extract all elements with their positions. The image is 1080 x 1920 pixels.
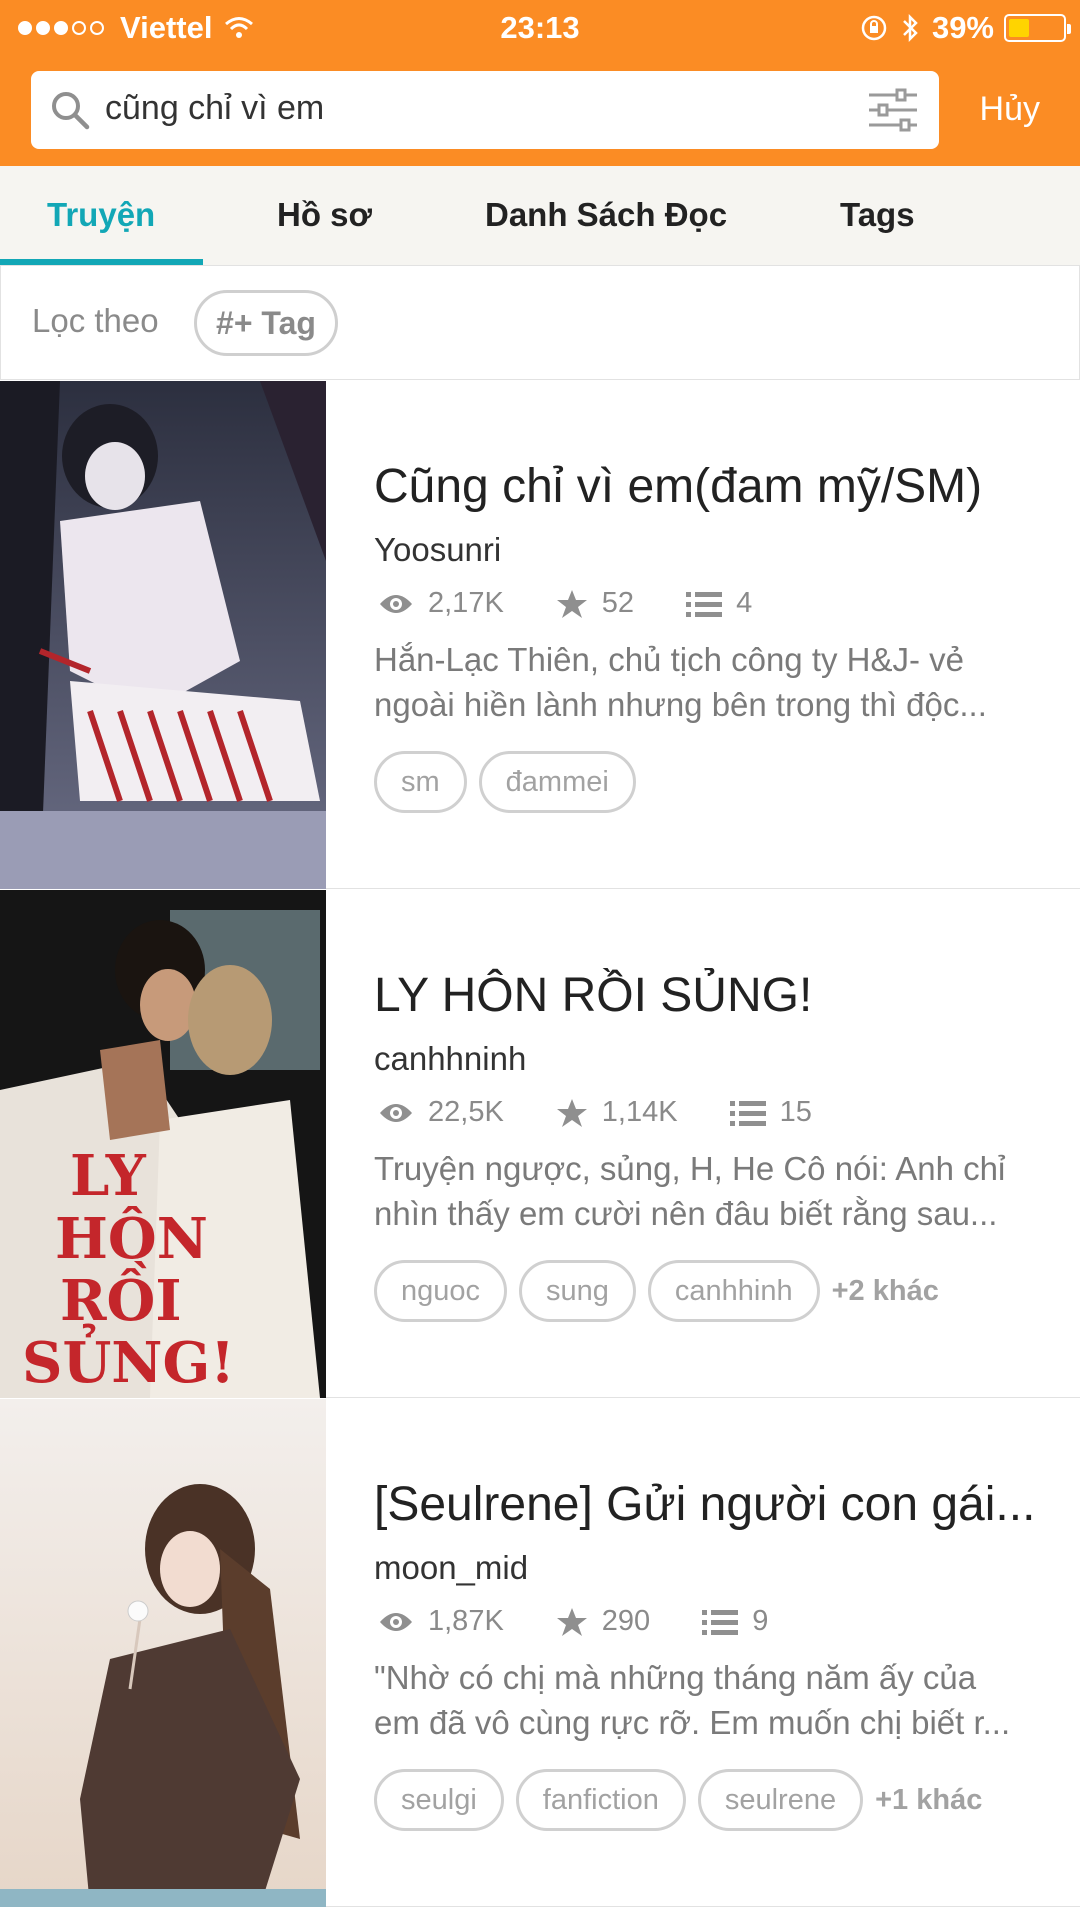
description-line: nhìn thấy em cười nên đâu biết rằng sau.… (374, 1195, 998, 1232)
tab-bar: Truyện Hồ sơ Danh Sách Đọc Tags (0, 166, 1080, 266)
story-description: "Nhờ có chị mà những tháng năm ấy của em… (374, 1655, 1034, 1745)
star-icon (556, 1098, 587, 1127)
battery-icon (1004, 14, 1071, 42)
tab-reading-lists[interactable]: Danh Sách Đọc (485, 196, 727, 234)
tag-chip[interactable]: sm (374, 751, 467, 813)
rotation-lock-icon (861, 15, 887, 41)
filter-label: Lọc theo (32, 302, 159, 339)
star-icon (556, 1607, 587, 1636)
story-cover-image (0, 381, 326, 889)
story-author[interactable]: canhhninh (374, 1040, 526, 1078)
tag-chip[interactable]: đammei (478, 751, 636, 813)
description-line: em đã vô cùng rực rỡ. Em muốn chị biết r… (374, 1704, 1011, 1741)
story-description: Hắn-Lạc Thiên, chủ tịch công ty H&J- vẻ … (374, 637, 1034, 727)
filter-sliders-icon[interactable] (867, 87, 919, 133)
story-item[interactable]: [Seulrene] Gửi người con gái... moon_mid… (0, 1399, 1080, 1907)
votes-count: 52 (601, 587, 635, 619)
tag-chip[interactable]: fanfiction (515, 1769, 686, 1831)
description-line: ngoài hiền lành nhưng bên trong thì độc.… (374, 686, 987, 723)
description-line: Truyện ngược, sủng, H, He Cô nói: Anh ch… (374, 1150, 1006, 1187)
story-stats: 22,5K 1,14K 15 (378, 1096, 864, 1129)
cover-title-line: LY (70, 1143, 147, 1209)
parts-count: 15 (779, 1096, 812, 1128)
status-right: 39% (860, 10, 1071, 46)
status-bar: Viettel 23:13 39% (0, 0, 1080, 56)
more-tags-link[interactable]: +1 khác (875, 1784, 982, 1817)
tag-chip[interactable]: canhhinh (647, 1260, 820, 1322)
description-line: "Nhờ có chị mà những tháng năm ấy của (374, 1659, 977, 1696)
story-description: Truyện ngược, sủng, H, He Cô nói: Anh ch… (374, 1146, 1034, 1236)
tab-stories[interactable]: Truyện (47, 196, 155, 234)
story-tags: seulgi fanfiction seulrene +1 khác (374, 1769, 982, 1831)
cover-title-line: RỒI (60, 1261, 182, 1334)
tab-tags[interactable]: Tags (840, 196, 915, 234)
filter-bar: Lọc theo #+ Tag (0, 266, 1080, 380)
list-icon (729, 1100, 766, 1126)
list-icon (702, 1609, 739, 1635)
story-item[interactable]: LY HÔN RỒI SỦNG! LY HÔN RỒI SỦNG! canhhn… (0, 890, 1080, 1398)
active-tab-indicator (0, 259, 203, 265)
story-stats: 2,17K 52 4 (378, 587, 804, 620)
story-tags: nguoc sung canhhinh +2 khác (374, 1260, 939, 1322)
tab-profiles[interactable]: Hồ sơ (277, 196, 372, 234)
battery-percent: 39% (931, 10, 994, 45)
search-input[interactable]: cũng chỉ vì em (105, 89, 324, 128)
search-icon (52, 92, 90, 130)
eye-icon (380, 1612, 412, 1631)
search-field[interactable]: cũng chỉ vì em (31, 71, 939, 149)
more-tags-link[interactable]: +2 khác (832, 1275, 939, 1308)
add-tag-filter-button[interactable]: #+ Tag (194, 290, 338, 356)
votes-count: 1,14K (601, 1096, 678, 1128)
eye-icon (380, 1103, 412, 1122)
story-cover-image: LY HÔN RỒI SỦNG! (0, 890, 326, 1398)
description-line: Hắn-Lạc Thiên, chủ tịch công ty H&J- vẻ (374, 641, 965, 678)
reads-count: 22,5K (428, 1096, 504, 1128)
story-stats: 1,87K 290 9 (378, 1605, 820, 1638)
story-tags: sm đammei (374, 751, 648, 813)
cover-title-line: SỦNG! (22, 1323, 235, 1396)
story-title[interactable]: [Seulrene] Gửi người con gái... (374, 1477, 1054, 1532)
parts-count: 4 (736, 587, 753, 619)
cover-title-line: HÔN (55, 1206, 208, 1272)
votes-count: 290 (601, 1605, 651, 1637)
reads-count: 2,17K (428, 587, 504, 619)
tag-chip[interactable]: nguoc (374, 1260, 508, 1322)
eye-icon (380, 594, 412, 613)
reads-count: 1,87K (428, 1605, 504, 1637)
tag-chip[interactable]: sung (519, 1260, 636, 1322)
parts-count: 9 (752, 1605, 769, 1637)
story-author[interactable]: moon_mid (374, 1549, 528, 1587)
story-title[interactable]: Cũng chỉ vì em(đam mỹ/SM) (374, 459, 1054, 514)
cancel-button[interactable]: Hủy (980, 90, 1040, 129)
story-item[interactable]: Cũng chỉ vì em(đam mỹ/SM) Yoosunri 2,17K… (0, 381, 1080, 889)
story-title[interactable]: LY HÔN RỒI SỦNG! (374, 968, 1054, 1023)
battery-level (1009, 19, 1029, 37)
story-cover-image (0, 1399, 326, 1907)
list-icon (686, 591, 723, 617)
story-author[interactable]: Yoosunri (374, 531, 501, 569)
bluetooth-icon (903, 13, 918, 43)
star-icon (556, 589, 587, 618)
tag-chip[interactable]: seulrene (697, 1769, 864, 1831)
tag-chip[interactable]: seulgi (374, 1769, 504, 1831)
app-header: Viettel 23:13 39% cũng chỉ vì em Hủy (0, 0, 1080, 166)
